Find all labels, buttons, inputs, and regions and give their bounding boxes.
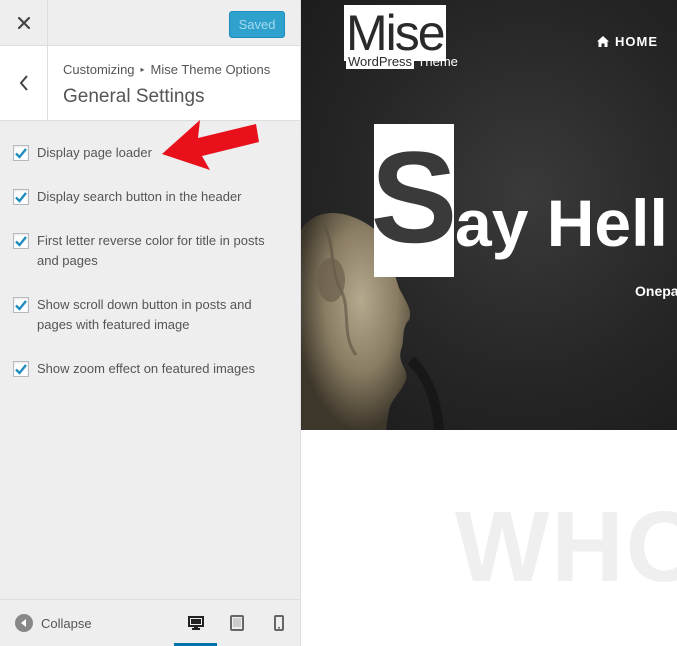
- chevron-left-icon: [19, 75, 28, 91]
- breadcrumb-root: Customizing: [63, 62, 135, 77]
- logo-sub-theme: Theme: [414, 54, 458, 69]
- option-label: First letter reverse color for title in …: [37, 233, 265, 268]
- collapse-label: Collapse: [41, 615, 92, 631]
- home-icon: [597, 36, 609, 47]
- checkbox[interactable]: [13, 145, 29, 161]
- option-first-letter-reverse[interactable]: First letter reverse color for title in …: [13, 231, 283, 271]
- collapse-icon: [15, 614, 33, 632]
- mobile-icon: [274, 615, 284, 631]
- nav-home-label: HOME: [615, 34, 658, 49]
- section-header: Customizing ▸ Mise Theme Options General S…: [0, 46, 300, 121]
- red-arrow-icon: [162, 120, 259, 170]
- checkbox[interactable]: [13, 297, 29, 313]
- checkmark-icon: [15, 300, 27, 311]
- triangle-right-icon: ▸: [140, 65, 145, 74]
- hero-first-letter: S: [374, 124, 454, 270]
- section-title: General Settings: [63, 86, 205, 107]
- back-button[interactable]: [0, 46, 48, 120]
- hero-title: ay Hell: [455, 186, 668, 260]
- option-zoom-effect[interactable]: Show zoom effect on featured images: [13, 359, 283, 379]
- option-display-search-button[interactable]: Display search button in the header: [13, 187, 283, 207]
- collapse-button[interactable]: Collapse: [15, 614, 92, 632]
- hero-subtitle: Onepa: [635, 283, 677, 299]
- close-customizer-button[interactable]: [0, 0, 48, 46]
- option-scroll-down-button[interactable]: Show scroll down button in posts and pag…: [13, 295, 283, 335]
- logo-main: Mise: [344, 5, 446, 61]
- option-label: Display page loader: [37, 145, 152, 160]
- checkbox[interactable]: [13, 233, 29, 249]
- desktop-icon: [188, 616, 204, 630]
- customizer-footer: Collapse: [0, 599, 300, 646]
- nav-home-link[interactable]: HOME: [597, 34, 658, 49]
- close-icon: [17, 17, 30, 29]
- option-label: Show zoom effect on featured images: [37, 361, 255, 376]
- option-label: Show scroll down button in posts and pag…: [37, 297, 252, 332]
- breadcrumb-current: Mise Theme Options: [150, 62, 271, 77]
- checkmark-icon: [15, 236, 27, 247]
- saved-button[interactable]: Saved: [229, 11, 285, 38]
- customizer-header: Saved: [0, 0, 300, 46]
- logo-sub-wordpress: WordPress: [346, 54, 415, 69]
- preview-mobile-button[interactable]: [269, 612, 289, 634]
- checkbox[interactable]: [13, 189, 29, 205]
- breadcrumb: Customizing ▸ Mise Theme Options: [63, 62, 270, 77]
- option-label: Display search button in the header: [37, 189, 242, 204]
- customizer-sidebar: Saved Customizing ▸ Mise Theme Options Gen…: [0, 0, 301, 646]
- preview-tablet-button[interactable]: [227, 612, 247, 634]
- hero-section: Mise WordPress Theme HOME S ay Hell Onep…: [301, 0, 677, 430]
- tablet-icon: [230, 615, 244, 631]
- checkmark-icon: [15, 148, 27, 159]
- preview-desktop-button[interactable]: [186, 612, 206, 634]
- checkmark-icon: [15, 192, 27, 203]
- hero-first-letter-box: S: [374, 124, 454, 277]
- site-preview: Mise WordPress Theme HOME S ay Hell Onep…: [301, 0, 677, 646]
- site-logo[interactable]: Mise WordPress Theme: [344, 5, 458, 69]
- checkbox[interactable]: [13, 361, 29, 377]
- checkmark-icon: [15, 364, 27, 375]
- section-heading: WHO: [455, 491, 677, 603]
